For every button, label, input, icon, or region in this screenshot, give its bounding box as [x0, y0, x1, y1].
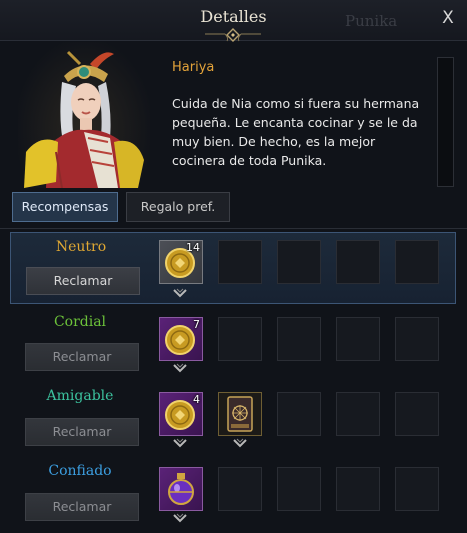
item-count: 14 [186, 241, 200, 254]
reward-slot[interactable]: 4 [159, 392, 203, 436]
empty-slot [395, 317, 439, 361]
empty-slot [218, 317, 262, 361]
chevron-down-icon [173, 438, 187, 448]
empty-slot [277, 317, 321, 361]
empty-slot [336, 240, 380, 284]
level-label: Amigable [46, 388, 114, 404]
npc-portrait [18, 42, 150, 189]
chevron-down-icon [173, 288, 187, 298]
reward-slot[interactable]: 7 [159, 317, 203, 361]
npc-description: Cuida de Nia como si fuera su hermana pe… [172, 96, 420, 168]
level-label: Cordial [53, 314, 107, 330]
title-ornament-icon [205, 28, 261, 42]
empty-slot [218, 467, 262, 511]
empty-slot [395, 240, 439, 284]
reward-slot[interactable]: 14 [159, 240, 203, 284]
window-title: Detalles [200, 7, 267, 26]
empty-slot [277, 240, 321, 284]
npc-portrait-illustration [24, 50, 144, 189]
item-count: 7 [193, 318, 200, 331]
empty-slot [395, 392, 439, 436]
title-bar: Punika Detalles X [0, 0, 467, 42]
description-scrollbar[interactable] [437, 57, 454, 187]
npc-info: Hariya Cuida de Nia como si fuera su her… [163, 52, 428, 184]
empty-slot [336, 392, 380, 436]
item-count: 4 [193, 393, 200, 406]
claim-button-neutro[interactable]: Reclamar [26, 267, 140, 295]
level-label: Confiado [48, 463, 112, 479]
details-window: Punika Detalles X Hariya Cuida de Nia co… [0, 0, 467, 533]
reward-slot[interactable] [159, 467, 203, 511]
empty-slot [336, 467, 380, 511]
close-button[interactable]: X [436, 6, 460, 30]
divider [0, 228, 467, 229]
chevron-down-icon [233, 438, 247, 448]
npc-name: Hariya [172, 60, 215, 75]
chevron-down-icon [173, 513, 187, 523]
empty-slot [277, 467, 321, 511]
empty-slot [336, 317, 380, 361]
empty-slot [277, 392, 321, 436]
empty-slot [218, 240, 262, 284]
potion-icon [168, 473, 194, 505]
tab-rewards[interactable]: Recompensas [12, 192, 118, 222]
claim-button-cordial[interactable]: Reclamar [25, 343, 139, 371]
claim-button-amigable[interactable]: Reclamar [25, 418, 139, 446]
claim-button-confiado[interactable]: Reclamar [25, 493, 139, 521]
reward-slot[interactable] [218, 392, 262, 436]
chevron-down-icon [173, 363, 187, 373]
level-label: Neutro [55, 239, 107, 255]
card-icon [227, 396, 253, 432]
tab-preferred-gift[interactable]: Regalo pref. [126, 192, 230, 222]
empty-slot [395, 467, 439, 511]
